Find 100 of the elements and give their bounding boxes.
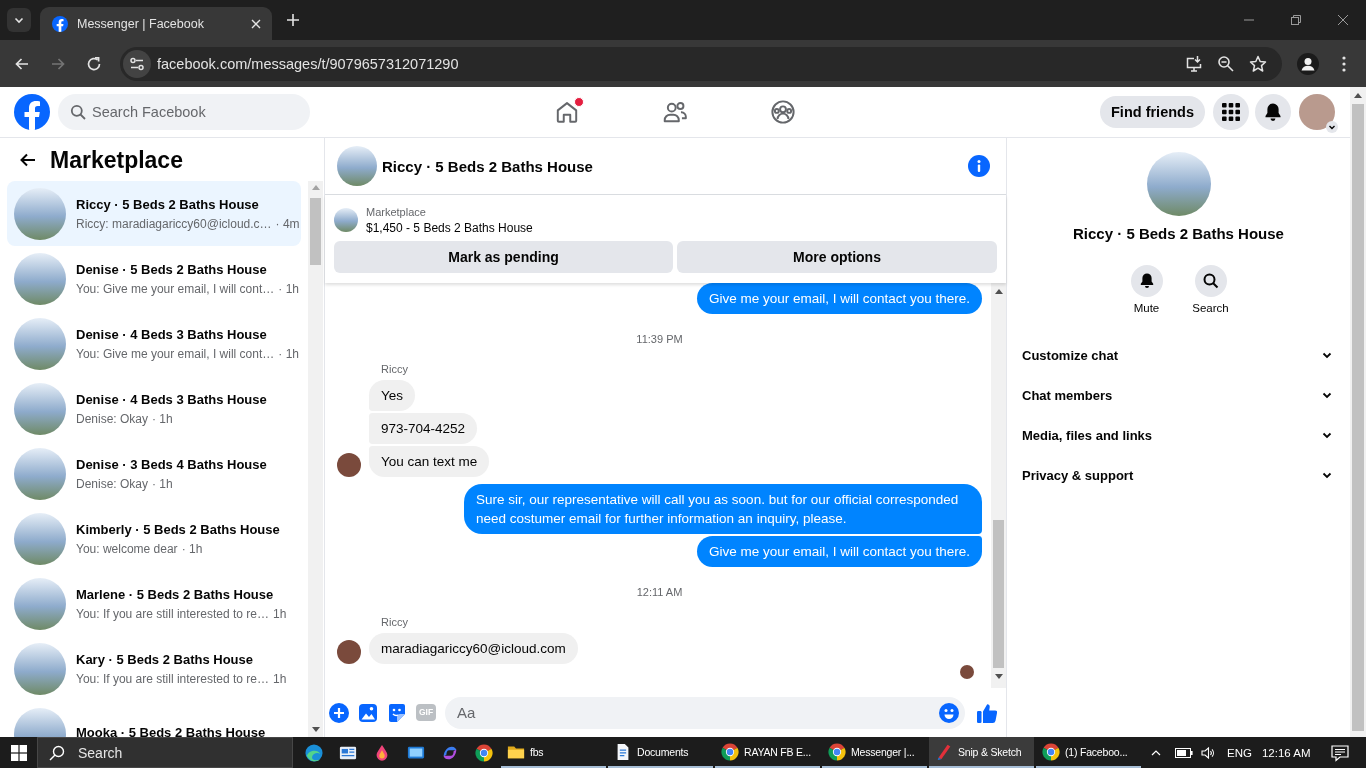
close-icon[interactable] — [1336, 14, 1349, 26]
mute-button[interactable]: Mute — [1122, 265, 1171, 315]
message-preview: You: Give me your email, I will cont… — [76, 280, 275, 297]
conversation-title: Kimberly · 5 Beds 2 Baths House — [76, 520, 280, 539]
message-time: 1h — [273, 670, 287, 687]
scrollbar-thumb[interactable] — [1352, 104, 1364, 731]
timestamp: 12:11 AM — [636, 586, 683, 598]
sticker-icon[interactable] — [387, 702, 407, 723]
browser-tab[interactable]: Messenger | Facebook — [40, 7, 272, 40]
conversation-item[interactable]: Riccy · 5 Beds 2 Baths House Riccy: maradiagariccy60@icloud.c… · 4m — [7, 181, 301, 246]
search-button[interactable]: Search — [1186, 265, 1235, 315]
more-menu-icon[interactable] — [1342, 55, 1346, 72]
conversation-item[interactable]: Marlene · 5 Beds 2 Baths House You: If you are still interested to re… 1h — [7, 571, 301, 636]
taskbar-button[interactable]: Messenger |... — [822, 737, 927, 768]
grid-icon — [1221, 102, 1241, 122]
search-icon — [49, 745, 65, 761]
taskbar-button[interactable]: fbs — [501, 737, 606, 768]
image-icon[interactable] — [358, 702, 378, 723]
clock[interactable]: 12:16 AM — [1261, 746, 1311, 759]
chat-title: Riccy · 5 Beds 2 Baths House — [382, 157, 593, 175]
conversation-item[interactable]: Kimberly · 5 Beds 2 Baths House You: welcome dear · 1h — [7, 506, 301, 571]
scrollbar[interactable] — [1350, 87, 1366, 737]
plus-icon[interactable] — [286, 13, 300, 27]
smiley-icon[interactable] — [939, 702, 959, 723]
taskbar-button[interactable]: (1) Faceboo... — [1036, 737, 1141, 768]
chrome-icon — [475, 743, 493, 762]
notification-icon[interactable] — [1330, 743, 1349, 762]
scroll-down-icon[interactable] — [311, 727, 320, 732]
conversation-title: Riccy · 5 Beds 2 Baths House — [76, 195, 260, 214]
chevron-down-icon[interactable] — [1326, 121, 1338, 133]
conversation-title: Denise · 5 Beds 2 Baths House — [76, 260, 268, 279]
url-text: facebook.com/messages/t/9079657312071290 — [157, 55, 460, 72]
photo-placeholder — [334, 208, 358, 232]
bell-icon — [1263, 102, 1283, 122]
photo-placeholder — [14, 317, 66, 370]
taskbar-button[interactable]: RAYAN FB E... — [715, 737, 820, 768]
message-preview: You: welcome dear — [76, 540, 178, 557]
search-field[interactable]: Search — [37, 737, 293, 768]
home-icon[interactable] — [554, 99, 580, 125]
groups-icon[interactable] — [770, 99, 796, 125]
message-bubble: Sure sir, our representative will call you as soon. but for our official corresponded need costumer email for further information an inquiry, please. — [464, 484, 982, 534]
scroll-up-icon[interactable] — [1354, 93, 1362, 98]
star-icon[interactable] — [1249, 54, 1267, 73]
message-bubble: You can text me — [369, 446, 490, 477]
site-settings-icon[interactable] — [123, 49, 151, 78]
sidebar-title: Marketplace — [50, 145, 183, 174]
facebook-logo-icon[interactable] — [14, 94, 50, 130]
windows-logo-icon[interactable] — [10, 744, 27, 761]
conversation-item[interactable]: Denise · 3 Beds 4 Baths House Denise: Okay · 1h — [7, 441, 301, 506]
listing-action-button[interactable]: More options — [677, 241, 997, 273]
notifications-button[interactable] — [1255, 94, 1291, 130]
taskbar-button[interactable]: Snip & Sketch — [929, 737, 1034, 768]
info-icon[interactable] — [968, 155, 990, 177]
search-icon — [1194, 265, 1227, 297]
section-header[interactable]: Media, files and links — [1007, 415, 1350, 455]
language-indicator[interactable]: ENG — [1227, 746, 1252, 759]
timestamp: 11:39 PM — [636, 333, 683, 345]
conversation-item[interactable]: Kary · 5 Beds 2 Baths House You: If you are still interested to re… 1h — [7, 636, 301, 701]
menu-button[interactable] — [1213, 94, 1249, 130]
thumbs-up-icon[interactable] — [976, 701, 998, 724]
section-header[interactable]: Customize chat — [1007, 335, 1350, 375]
scrollbar-thumb[interactable] — [310, 198, 321, 265]
message-field[interactable]: Aa — [445, 696, 965, 729]
friends-icon[interactable] — [662, 99, 688, 125]
address-bar[interactable]: facebook.com/messages/t/9079657312071290 — [120, 46, 1282, 81]
taskbar-button[interactable]: Documents — [608, 737, 713, 768]
zoom-out-icon[interactable] — [1217, 54, 1235, 73]
section-header[interactable]: Chat members — [1007, 375, 1350, 415]
restore-icon[interactable] — [1289, 14, 1302, 26]
scroll-down-icon[interactable] — [994, 674, 1003, 679]
reload-icon[interactable] — [86, 55, 102, 72]
battery-icon[interactable] — [1175, 747, 1193, 758]
search-field[interactable]: Search Facebook — [58, 94, 310, 130]
speaker-icon[interactable] — [1201, 745, 1215, 760]
message-time: · 1h — [152, 475, 173, 492]
message-preview: Riccy: maradiagariccy60@icloud.c… — [76, 215, 272, 232]
message-time: · 1h — [181, 540, 203, 557]
pen-icon — [935, 742, 953, 761]
details-title: Riccy · 5 Beds 2 Baths House — [1073, 224, 1284, 244]
message-preview: Denise: Okay — [76, 410, 149, 427]
facebook-logo-icon — [52, 15, 68, 32]
conversation-item[interactable]: Denise · 5 Beds 2 Baths House You: Give me your email, I will cont… · 1h — [7, 246, 301, 311]
conversation-item[interactable]: Denise · 4 Beds 3 Baths House You: Give me your email, I will cont… · 1h — [7, 311, 301, 376]
scrollbar[interactable] — [308, 181, 323, 737]
section-header[interactable]: Privacy & support — [1007, 455, 1350, 495]
listing-title: $1,450 - 5 Beds 2 Baths House — [366, 219, 533, 236]
conversation-title: Denise · 4 Beds 3 Baths House — [76, 390, 267, 409]
conversation-item[interactable]: Denise · 4 Beds 3 Baths House Denise: Okay · 1h — [7, 376, 301, 441]
profile-icon[interactable] — [1297, 52, 1319, 75]
read-receipt-avatar — [960, 665, 974, 679]
tab-list-button[interactable] — [7, 8, 31, 32]
message-time: · 1h — [278, 345, 299, 362]
listing-action-button[interactable]: Mark as pending — [334, 241, 673, 273]
scroll-up-icon[interactable] — [994, 289, 1003, 294]
plus-circle-icon[interactable] — [329, 702, 349, 723]
find-friends-button[interactable]: Find friends — [1100, 96, 1205, 128]
scrollbar[interactable] — [991, 283, 1006, 688]
install-icon[interactable] — [1185, 54, 1203, 73]
message-time: 1h — [273, 605, 287, 622]
scrollbar-thumb[interactable] — [993, 520, 1004, 668]
